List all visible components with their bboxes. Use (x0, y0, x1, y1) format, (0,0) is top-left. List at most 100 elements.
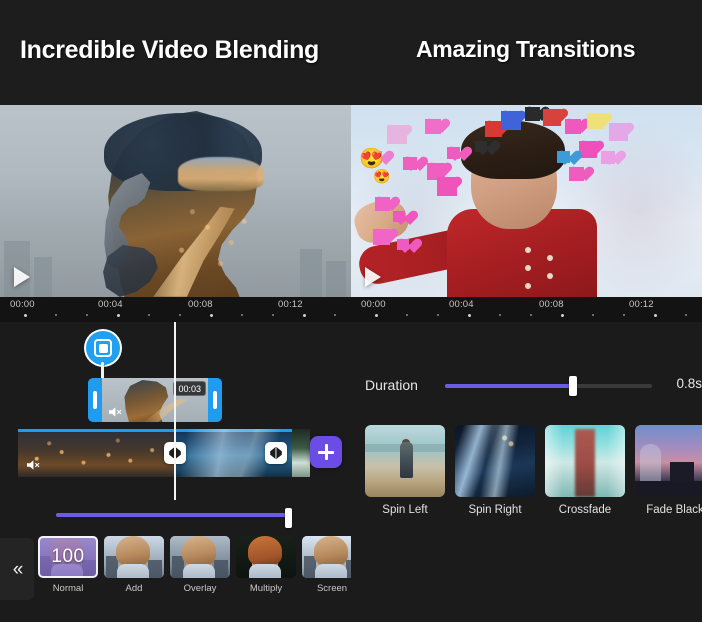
timeline-ruler-right[interactable]: 00:00 00:04 00:08 00:12 (351, 297, 702, 322)
opacity-slider-thumb[interactable] (285, 508, 292, 528)
heart-sticker (447, 147, 460, 159)
video-preview-left[interactable] (0, 105, 351, 297)
blend-thumbnail (104, 536, 164, 578)
heading-left: Incredible Video Blending (20, 36, 320, 64)
video-preview-right[interactable]: 😍 😍 (351, 105, 702, 297)
ruler-label: 00:12 (278, 299, 303, 310)
timeline-ruler-left[interactable]: 00:00 00:04 00:08 00:12 (0, 297, 351, 322)
playhead[interactable] (174, 322, 176, 500)
mute-speaker-icon[interactable] (26, 459, 42, 471)
opacity-slider[interactable] (56, 508, 292, 528)
transition-spin-left[interactable]: Spin Left (365, 425, 445, 516)
haze-building (300, 249, 322, 297)
ruler-label: 00:08 (539, 299, 564, 310)
ruler-label: 00:00 (361, 299, 386, 310)
heart-sticker (475, 141, 487, 152)
clip-duration-badge: 00:03 (173, 381, 206, 396)
plus-icon (318, 444, 334, 460)
ruler-label: 00:04 (98, 299, 123, 310)
transition-thumbnail (545, 425, 625, 497)
duration-value: 0.8s (676, 376, 702, 391)
heart-eyes-emoji: 😍 (359, 148, 384, 170)
transition-bowtie-icon (270, 447, 282, 459)
duration-slider-fill (445, 384, 574, 388)
transition-thumbnail (635, 425, 702, 497)
transition-spin-right[interactable]: Spin Right (455, 425, 535, 516)
collapse-panel-button[interactable]: « (0, 538, 34, 600)
transition-thumbnail (365, 425, 445, 497)
selected-overlay-clip[interactable]: 00:03 (88, 378, 222, 422)
add-clip-button[interactable] (310, 436, 342, 468)
transition-button[interactable] (265, 442, 287, 464)
blend-mode-overlay[interactable]: Overlay (170, 536, 230, 594)
heart-sticker (501, 111, 521, 130)
transition-label: Crossfade (558, 504, 612, 516)
duration-row: Duration 0.8s (365, 373, 702, 399)
mute-speaker-icon[interactable] (108, 406, 124, 418)
heart-sticker (525, 107, 540, 121)
headings-bar: Incredible Video Blending Amazing Transi… (0, 0, 702, 105)
heart-sticker (485, 121, 502, 137)
duration-slider-track[interactable] (445, 376, 652, 396)
chevron-double-left-icon: « (12, 558, 23, 580)
blend-mode-label: Multiply (249, 583, 283, 594)
haze-building (326, 261, 346, 297)
blend-mode-screen[interactable]: Screen (302, 536, 352, 594)
ruler-label: 00:00 (10, 299, 35, 310)
transition-label: Spin Left (382, 504, 428, 516)
transition-fade-black[interactable]: Fade Black (635, 425, 702, 516)
heading-right: Amazing Transitions (416, 36, 636, 62)
track-clip[interactable] (18, 429, 174, 477)
heart-sticker (387, 125, 407, 144)
trim-handle-right[interactable] (213, 391, 217, 409)
track-clip[interactable] (292, 429, 310, 477)
blend-mode-normal[interactable]: 100 Normal (38, 536, 98, 594)
blend-mode-add[interactable]: Add (104, 536, 164, 594)
ruler-label: 00:12 (629, 299, 654, 310)
clip-thumbnail-silhouette (124, 380, 169, 422)
transition-crossfade[interactable]: Crossfade (545, 425, 625, 516)
heart-sticker (557, 151, 570, 163)
transition-label: Fade Black (646, 504, 702, 516)
heart-sticker (569, 167, 584, 181)
heart-sticker (397, 239, 409, 250)
transition-thumbnail (455, 425, 535, 497)
shirt-buttons (525, 247, 531, 253)
play-icon[interactable] (14, 267, 30, 287)
portrait-city-lights (160, 183, 268, 279)
blend-mode-label: Normal (52, 583, 84, 594)
blend-thumbnail (236, 536, 296, 578)
pip-overlay-icon-core (98, 343, 108, 353)
video-editor-app: Incredible Video Blending Amazing Transi… (0, 0, 702, 622)
transitions-panel: Duration 0.8s Spin Left Spin Right Cross… (351, 322, 702, 622)
blend-thumbnail (170, 536, 230, 578)
blend-thumbnail: 100 (38, 536, 98, 578)
heart-sticker (565, 119, 581, 134)
heart-sticker (609, 123, 628, 141)
heart-sticker (403, 157, 417, 170)
heart-sticker (375, 197, 390, 211)
heart-sticker (601, 151, 615, 164)
play-icon[interactable] (365, 267, 381, 287)
blend-mode-strip[interactable]: 100 Normal Add Overlay Multiply Screen (38, 536, 352, 602)
heart-sticker (437, 177, 457, 196)
blend-thumbnail (302, 536, 352, 578)
heart-sticker (373, 229, 390, 245)
duration-slider-thumb[interactable] (569, 376, 578, 396)
blend-opacity-value: 100 (51, 546, 85, 567)
blend-mode-label: Overlay (183, 583, 217, 594)
haze-building (34, 257, 52, 297)
ruler-label: 00:08 (188, 299, 213, 310)
blend-mode-label: Screen (316, 583, 348, 594)
trim-handle-left[interactable] (93, 391, 97, 409)
heart-sticker (587, 113, 604, 129)
heart-sticker (425, 119, 441, 134)
blend-mode-multiply[interactable]: Multiply (236, 536, 296, 594)
pip-overlay-marker[interactable] (86, 331, 120, 369)
transition-label: Spin Right (468, 504, 522, 516)
duration-label: Duration (365, 377, 418, 393)
transition-list: Spin Left Spin Right Crossfade Fade Blac… (365, 425, 702, 537)
ruler-label: 00:04 (449, 299, 474, 310)
heart-eyes-emoji: 😍 (373, 168, 391, 184)
opacity-slider-track (56, 513, 292, 517)
